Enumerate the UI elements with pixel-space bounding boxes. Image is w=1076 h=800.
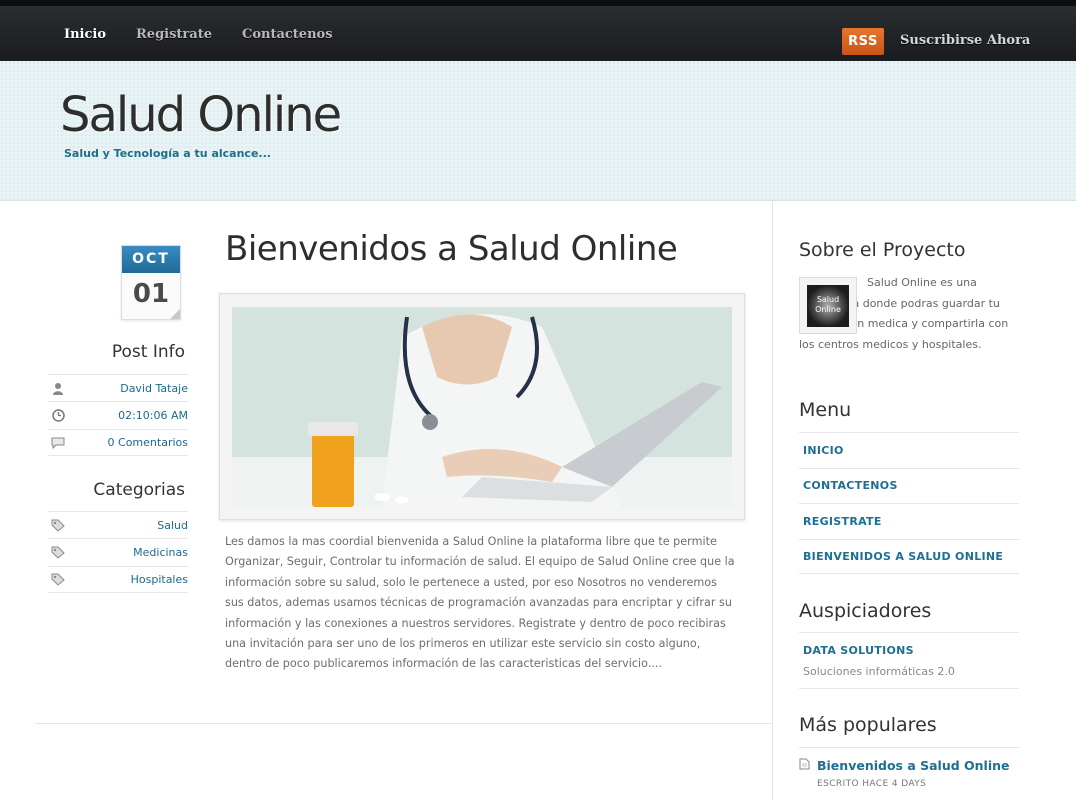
user-icon — [51, 381, 65, 395]
sidebar-menu-contactenos[interactable]: CONTACTENOS — [799, 467, 1019, 504]
tag-icon — [51, 518, 65, 532]
nav-item-inicio[interactable]: Inicio — [64, 27, 106, 42]
sponsor-item: DATA SOLUTIONS Soluciones informáticas 2… — [799, 632, 1019, 689]
site-header: Salud Online Salud y Tecnología a tu alc… — [0, 61, 1076, 201]
sidebar-menu-inicio[interactable]: INICIO — [799, 432, 1019, 468]
rss-button[interactable]: RSS — [842, 28, 884, 55]
about-thumbnail: Salud Online — [799, 277, 857, 334]
post-author-row: David Tataje — [48, 374, 188, 401]
about-thumbnail-image: Salud Online — [807, 285, 849, 327]
popular-post-link[interactable]: Bienvenidos a Salud Online — [817, 758, 1010, 773]
popular-item: Bienvenidos a Salud Online — [799, 758, 1019, 773]
sponsor-link[interactable]: DATA SOLUTIONS — [803, 644, 1019, 657]
post-comments-row: 0 Comentarios — [48, 428, 188, 456]
post-date-month: OCT — [122, 246, 180, 273]
post-time-row: 02:10:06 AM — [48, 401, 188, 428]
sponsors-heading: Auspiciadores — [799, 600, 932, 622]
category-link-medicinas[interactable]: Medicinas — [133, 546, 188, 559]
sidebar-menu-registrate[interactable]: REGISTRATE — [799, 503, 1019, 539]
popular-heading: Más populares — [799, 714, 937, 736]
menu-heading: Menu — [799, 399, 852, 421]
clock-icon — [51, 408, 65, 422]
page-fold-decoration — [170, 309, 180, 319]
sidebar-menu: INICIO CONTACTENOS REGISTRATE BIENVENIDO… — [799, 432, 1019, 574]
post-comments-link[interactable]: 0 Comentarios — [108, 436, 188, 449]
category-link-salud[interactable]: Salud — [157, 519, 188, 532]
post-image-frame — [219, 293, 745, 520]
sidebar-divider — [772, 201, 773, 800]
about-heading: Sobre el Proyecto — [799, 239, 966, 261]
popular-list: Bienvenidos a Salud Online ESCRITO HACE … — [799, 747, 1019, 789]
post-date-day: 01 — [132, 279, 170, 309]
category-item: Medicinas — [48, 538, 188, 565]
post-info-list: David Tataje 02:10:06 AM 0 Comentarios — [48, 374, 188, 456]
top-navbar: Inicio Registrate Contactenos RSS Suscri… — [0, 0, 1076, 61]
site-tagline: Salud y Tecnología a tu alcance... — [64, 147, 271, 160]
document-icon — [799, 758, 813, 773]
categories-heading: Categorias — [93, 480, 185, 500]
post-date-badge: OCT 01 — [121, 245, 181, 320]
popular-post-meta: ESCRITO HACE 4 DAYS — [817, 779, 927, 789]
post-body: Les damos la mas coordial bienvenida a S… — [225, 535, 735, 671]
comment-icon — [51, 435, 65, 449]
tag-icon — [51, 572, 65, 586]
categories-list: Salud Medicinas Hospitales — [48, 511, 188, 593]
site-title[interactable]: Salud Online — [60, 87, 342, 143]
nav-item-registrate[interactable]: Registrate — [136, 27, 212, 42]
sidebar-menu-bienvenidos[interactable]: BIENVENIDOS A SALUD ONLINE — [799, 538, 1019, 574]
category-link-hospitales[interactable]: Hospitales — [131, 573, 188, 586]
content-divider — [35, 723, 772, 724]
nav-item-contactenos[interactable]: Contactenos — [242, 27, 333, 42]
post-info-heading: Post Info — [111, 342, 185, 362]
subscribe-link[interactable]: Suscribirse Ahora — [900, 33, 1030, 48]
sponsor-description: Soluciones informáticas 2.0 — [803, 665, 955, 678]
category-item: Salud — [48, 511, 188, 538]
tag-icon — [51, 545, 65, 559]
post-time: 02:10:06 AM — [118, 408, 188, 422]
post-image — [232, 307, 732, 507]
post-author[interactable]: David Tataje — [120, 382, 188, 395]
main-nav: Inicio Registrate Contactenos — [64, 27, 333, 42]
category-item: Hospitales — [48, 565, 188, 593]
post-title[interactable]: Bienvenidos a Salud Online — [225, 229, 678, 269]
